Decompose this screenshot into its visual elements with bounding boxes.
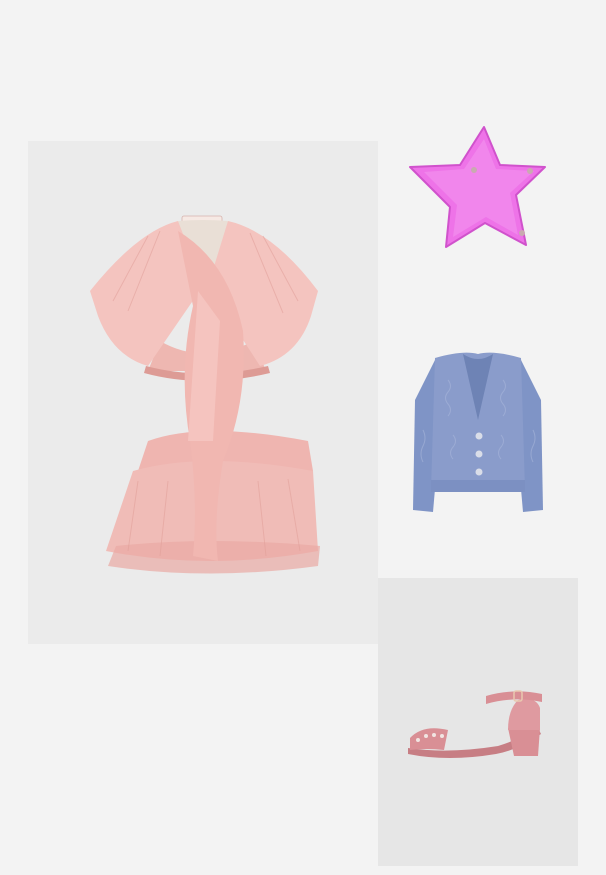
star-clutch-tile[interactable]	[398, 115, 558, 265]
cardigan-product-tile[interactable]	[403, 340, 553, 530]
dress-product-tile[interactable]	[28, 141, 378, 644]
knit-cardigan-icon	[413, 352, 543, 512]
tulle-ruffle-dress-icon	[90, 215, 320, 574]
star-clutch-bag-icon	[409, 126, 546, 248]
block-heel-sandal-icon	[408, 690, 542, 758]
outfit-collage: { "collage": { "background": "#f3f3f3", …	[0, 0, 606, 875]
sandal-product-tile[interactable]	[378, 578, 578, 866]
